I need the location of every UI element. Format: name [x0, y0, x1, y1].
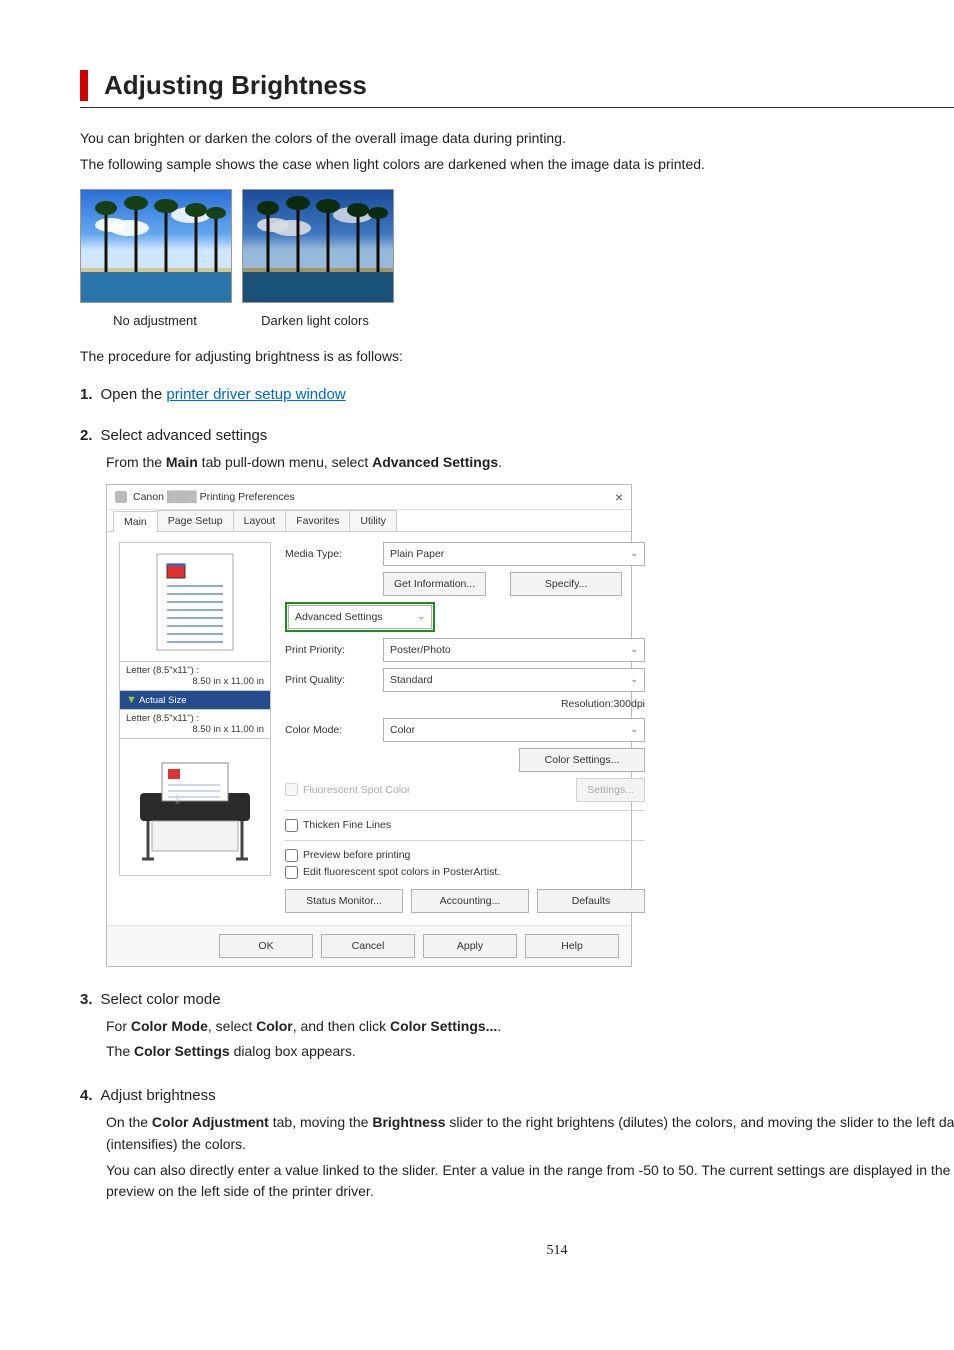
- intro-2: The following sample shows the case when…: [80, 154, 954, 176]
- print-quality-label: Print Quality:: [285, 674, 375, 686]
- chevron-down-icon: ⌄: [630, 724, 638, 735]
- print-priority-dropdown[interactable]: Poster/Photo⌄: [383, 638, 645, 662]
- step2-title: Select advanced settings: [101, 427, 268, 444]
- page-preview: [119, 542, 271, 662]
- accounting-button[interactable]: Accounting...: [411, 889, 529, 913]
- app-icon: [115, 491, 127, 503]
- status-monitor-button[interactable]: Status Monitor...: [285, 889, 403, 913]
- get-information-button[interactable]: Get Information...: [383, 572, 486, 596]
- defaults-button[interactable]: Defaults: [537, 889, 645, 913]
- chevron-down-icon: ⌄: [630, 674, 638, 685]
- caption-dark: Darken light colors: [240, 313, 390, 328]
- step1-number: 1.: [80, 386, 93, 403]
- printing-preferences-dialog: Canon ████ Printing Preferences × Main P…: [106, 484, 632, 967]
- sample-darken: [242, 189, 394, 303]
- step3-line1: For Color Mode, select Color, and then c…: [106, 1016, 954, 1038]
- sample-captions: No adjustment Darken light colors: [80, 313, 954, 328]
- close-icon[interactable]: ×: [615, 489, 623, 505]
- color-mode-dropdown[interactable]: Color⌄: [383, 718, 645, 742]
- step3-title: Select color mode: [101, 991, 221, 1008]
- sample-no-adjust: [80, 189, 232, 303]
- fluorescent-checkbox: [285, 783, 298, 796]
- step3-number: 3.: [80, 991, 93, 1008]
- dialog-buttons: OK Cancel Apply Help: [107, 925, 631, 966]
- step1-title: Open the printer driver setup window: [101, 386, 346, 403]
- media-type-label: Media Type:: [285, 548, 375, 560]
- chevron-down-icon: ⌄: [630, 644, 638, 655]
- apply-button[interactable]: Apply: [423, 934, 517, 958]
- tab-main[interactable]: Main: [113, 511, 158, 532]
- advanced-settings-highlight: Advanced Settings⌄: [285, 602, 435, 632]
- color-mode-label: Color Mode:: [285, 724, 375, 736]
- step4-number: 4.: [80, 1087, 93, 1104]
- dialog-tabs: Main Page Setup Layout Favorites Utility: [107, 510, 631, 532]
- fluorescent-label: Fluorescent Spot Color: [303, 784, 410, 796]
- tab-page-setup[interactable]: Page Setup: [157, 510, 234, 531]
- step4-p2: You can also directly enter a value link…: [106, 1160, 954, 1203]
- resolution-readout: Resolution:300dpi: [285, 698, 645, 710]
- cancel-button[interactable]: Cancel: [321, 934, 415, 958]
- page-title: Adjusting Brightness: [104, 70, 954, 101]
- advanced-settings-dropdown[interactable]: Advanced Settings⌄: [288, 605, 432, 629]
- thicken-lines-label: Thicken Fine Lines: [303, 819, 391, 831]
- size-readout-1: Letter (8.5"x11") : 8.50 in x 11.00 in: [119, 662, 271, 691]
- color-settings-button[interactable]: Color Settings...: [519, 748, 645, 772]
- divider: [285, 810, 645, 811]
- step4-title: Adjust brightness: [101, 1087, 216, 1104]
- chevron-down-icon: ⌄: [417, 611, 425, 622]
- intro-1: You can brighten or darken the colors of…: [80, 128, 954, 150]
- tab-layout[interactable]: Layout: [233, 510, 287, 531]
- printer-illustration: ᚱ: [119, 739, 271, 876]
- actual-size-row: ▼ Actual Size: [119, 691, 271, 710]
- size-readout-2: Letter (8.5"x11") : 8.50 in x 11.00 in: [119, 710, 271, 739]
- step2-number: 2.: [80, 427, 93, 444]
- sample-images: [80, 189, 954, 303]
- dialog-title: Canon ████ Printing Preferences: [133, 491, 295, 503]
- divider: [285, 840, 645, 841]
- fluorescent-settings-button: Settings...: [576, 778, 645, 802]
- page-number: 514: [80, 1243, 954, 1259]
- step2-desc: From the Main tab pull-down menu, select…: [106, 452, 954, 474]
- thicken-lines-checkbox[interactable]: [285, 819, 298, 832]
- tab-utility[interactable]: Utility: [349, 510, 397, 531]
- print-quality-dropdown[interactable]: Standard⌄: [383, 668, 645, 692]
- caption-none: No adjustment: [80, 313, 230, 328]
- print-priority-label: Print Priority:: [285, 644, 375, 656]
- procedure-lead: The procedure for adjusting brightness i…: [80, 346, 954, 368]
- svg-text:ᚱ: ᚱ: [174, 794, 181, 806]
- arrow-down-icon: ▼: [126, 694, 137, 706]
- title-rule: [80, 107, 954, 108]
- tab-favorites[interactable]: Favorites: [285, 510, 350, 531]
- dialog-titlebar: Canon ████ Printing Preferences ×: [107, 485, 631, 510]
- step4-p1: On the Color Adjustment tab, moving the …: [106, 1112, 954, 1155]
- edit-fluorescent-checkbox[interactable]: [285, 866, 298, 879]
- help-button[interactable]: Help: [525, 934, 619, 958]
- specify-button[interactable]: Specify...: [510, 572, 622, 596]
- preview-checkbox[interactable]: [285, 849, 298, 862]
- preview-label: Preview before printing: [303, 849, 410, 861]
- ok-button[interactable]: OK: [219, 934, 313, 958]
- chevron-down-icon: ⌄: [630, 548, 638, 559]
- media-type-dropdown[interactable]: Plain Paper⌄: [383, 542, 645, 566]
- edit-fluorescent-label: Edit fluorescent spot colors in PosterAr…: [303, 866, 500, 878]
- printer-driver-link[interactable]: printer driver setup window: [166, 386, 345, 403]
- step3-line2: The Color Settings dialog box appears.: [106, 1041, 954, 1063]
